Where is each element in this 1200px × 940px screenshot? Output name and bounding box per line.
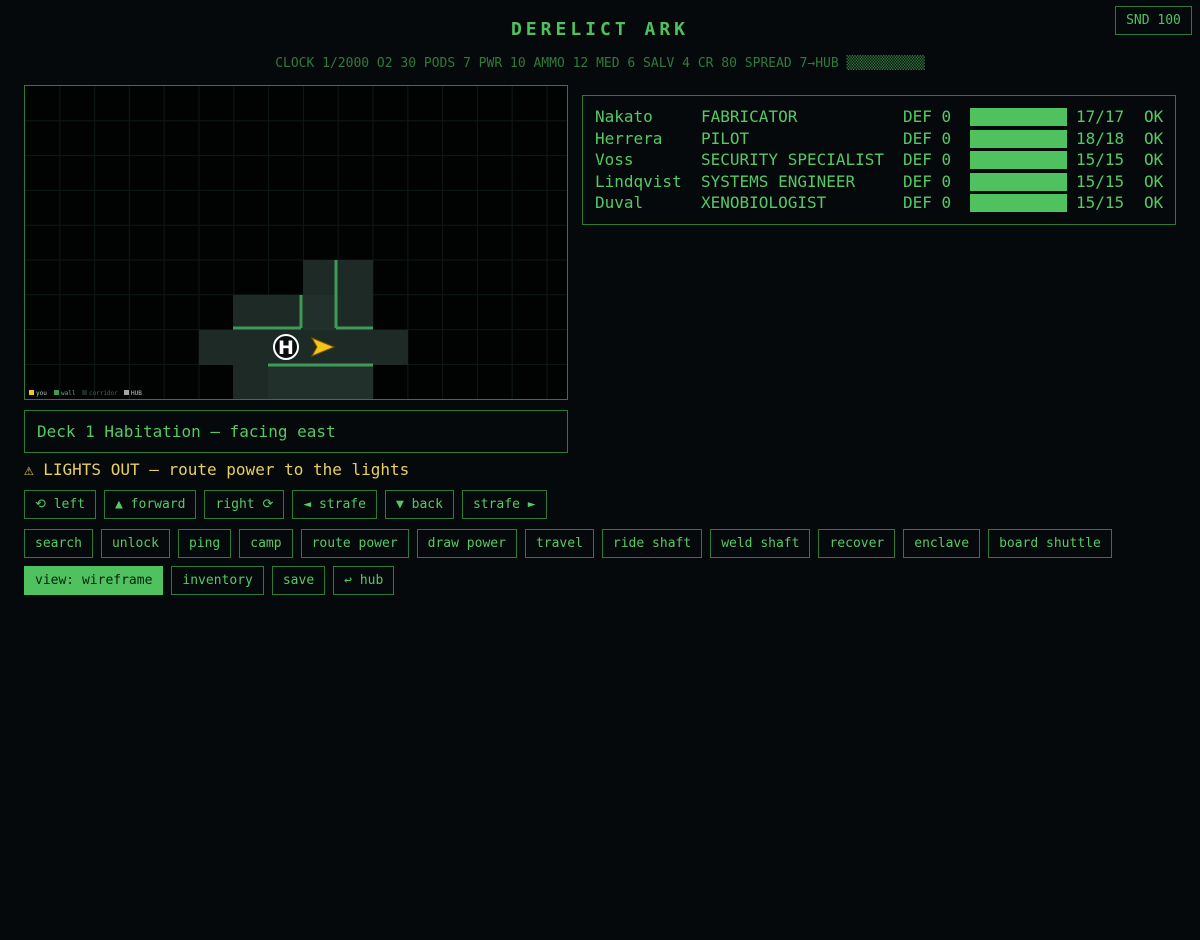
system-controls: view: wireframe inventory save ↩ hub bbox=[24, 566, 395, 595]
save-button[interactable]: save bbox=[271, 566, 326, 595]
crew-health-bar bbox=[970, 194, 1067, 212]
location-panel: Deck 1 Habitation — facing east bbox=[24, 410, 568, 453]
crew-defense: DEF 0 bbox=[903, 107, 952, 126]
draw-power-button[interactable]: draw power bbox=[416, 529, 517, 558]
crew-name: Nakato bbox=[595, 107, 653, 126]
hub-marker[interactable]: H bbox=[273, 334, 299, 360]
route-power-button[interactable]: route power bbox=[300, 529, 409, 558]
crew-health-fill bbox=[970, 151, 1067, 169]
crew-status: OK bbox=[1144, 129, 1164, 148]
crew-status: OK bbox=[1144, 107, 1164, 126]
camp-button[interactable]: camp bbox=[239, 529, 293, 558]
hub-button[interactable]: ↩ hub bbox=[333, 566, 395, 595]
forward-button[interactable]: ▲ forward bbox=[104, 490, 197, 519]
legend-label-hub: HUB bbox=[131, 390, 142, 397]
crew-name: Lindqvist bbox=[595, 172, 682, 191]
corridor-tile bbox=[303, 295, 338, 330]
hub-marker-letter: H bbox=[278, 337, 294, 359]
weld-shaft-button[interactable]: weld shaft bbox=[710, 529, 811, 558]
crew-defense: DEF 0 bbox=[903, 172, 952, 191]
sound-volume-button[interactable]: SND 100 bbox=[1115, 6, 1192, 35]
enclave-button[interactable]: enclave bbox=[903, 529, 981, 558]
legend-swatch-hub bbox=[124, 390, 129, 395]
legend-swatch-corridor bbox=[82, 390, 87, 395]
unlock-button[interactable]: unlock bbox=[100, 529, 170, 558]
crew-roster: Nakato FABRICATOR DEF 0 17/17 OK Herrera… bbox=[582, 95, 1176, 225]
crew-health-fill bbox=[970, 108, 1067, 126]
crew-defense: DEF 0 bbox=[903, 193, 952, 212]
travel-button[interactable]: travel bbox=[524, 529, 594, 558]
turn-right-button[interactable]: right ⟳ bbox=[204, 490, 285, 519]
legend-label-wall: wall bbox=[61, 390, 76, 397]
view-toggle-button[interactable]: view: wireframe bbox=[24, 566, 164, 595]
crew-health-bar bbox=[970, 108, 1067, 126]
crew-role: SYSTEMS ENGINEER bbox=[701, 172, 856, 191]
crew-name: Duval bbox=[595, 193, 644, 212]
crew-defense: DEF 0 bbox=[903, 150, 952, 169]
crew-role: XENOBIOLOGIST bbox=[701, 193, 827, 212]
action-controls: search unlock ping camp route power draw… bbox=[24, 529, 1112, 558]
status-line: CLOCK 1/2000 O2 30 PODS 7 PWR 10 AMMO 12… bbox=[275, 56, 925, 71]
search-button[interactable]: search bbox=[24, 529, 93, 558]
legend-swatch-wall bbox=[54, 390, 59, 395]
legend-label-corridor: corridor bbox=[89, 390, 118, 397]
crew-health-fill bbox=[970, 194, 1067, 212]
crew-health-fill bbox=[970, 130, 1067, 148]
legend-label-you: you bbox=[36, 390, 47, 397]
corridor-tile bbox=[233, 295, 303, 330]
crew-status: OK bbox=[1144, 150, 1164, 169]
ping-button[interactable]: ping bbox=[177, 529, 232, 558]
movement-controls: ⟲ left ▲ forward right ⟳ ◄ strafe ▼ back… bbox=[24, 490, 547, 519]
strafe-right-button[interactable]: strafe ► bbox=[461, 490, 547, 519]
crew-health-fill bbox=[970, 173, 1067, 191]
game-title: DERELICT ARK bbox=[510, 19, 690, 40]
crew-health: 15/15 bbox=[1076, 150, 1125, 169]
legend-swatch-you bbox=[29, 390, 34, 395]
turn-left-button[interactable]: ⟲ left bbox=[24, 490, 97, 519]
recover-button[interactable]: recover bbox=[818, 529, 896, 558]
crew-name: Herrera bbox=[595, 129, 663, 148]
crew-role: SECURITY SPECIALIST bbox=[701, 150, 885, 169]
board-shuttle-button[interactable]: board shuttle bbox=[988, 529, 1112, 558]
crew-health-bar bbox=[970, 130, 1067, 148]
inventory-button[interactable]: inventory bbox=[171, 566, 264, 595]
crew-health: 18/18 bbox=[1076, 129, 1125, 148]
crew-name: Voss bbox=[595, 150, 634, 169]
back-button[interactable]: ▼ back bbox=[384, 490, 454, 519]
ride-shaft-button[interactable]: ride shaft bbox=[601, 529, 703, 558]
crew-health: 17/17 bbox=[1076, 107, 1125, 126]
crew-defense: DEF 0 bbox=[903, 129, 952, 148]
corridor-tile bbox=[268, 365, 373, 399]
crew-health: 15/15 bbox=[1076, 193, 1125, 212]
minimap-canvas: H you wall corridor HUB bbox=[25, 86, 567, 399]
crew-status: OK bbox=[1144, 193, 1164, 212]
strafe-left-button[interactable]: ◄ strafe bbox=[292, 490, 377, 519]
alert-message: ⚠ LIGHTS OUT — route power to the lights bbox=[24, 460, 410, 479]
crew-health: 15/15 bbox=[1076, 172, 1125, 191]
crew-role: PILOT bbox=[701, 129, 750, 148]
crew-role: FABRICATOR bbox=[701, 107, 798, 126]
crew-health-bar bbox=[970, 151, 1067, 169]
minimap[interactable]: H you wall corridor HUB bbox=[24, 85, 568, 400]
corridor-tile bbox=[199, 330, 408, 365]
map-legend: you wall corridor HUB bbox=[29, 390, 142, 397]
crew-status: OK bbox=[1144, 172, 1164, 191]
crew-health-bar bbox=[970, 173, 1067, 191]
